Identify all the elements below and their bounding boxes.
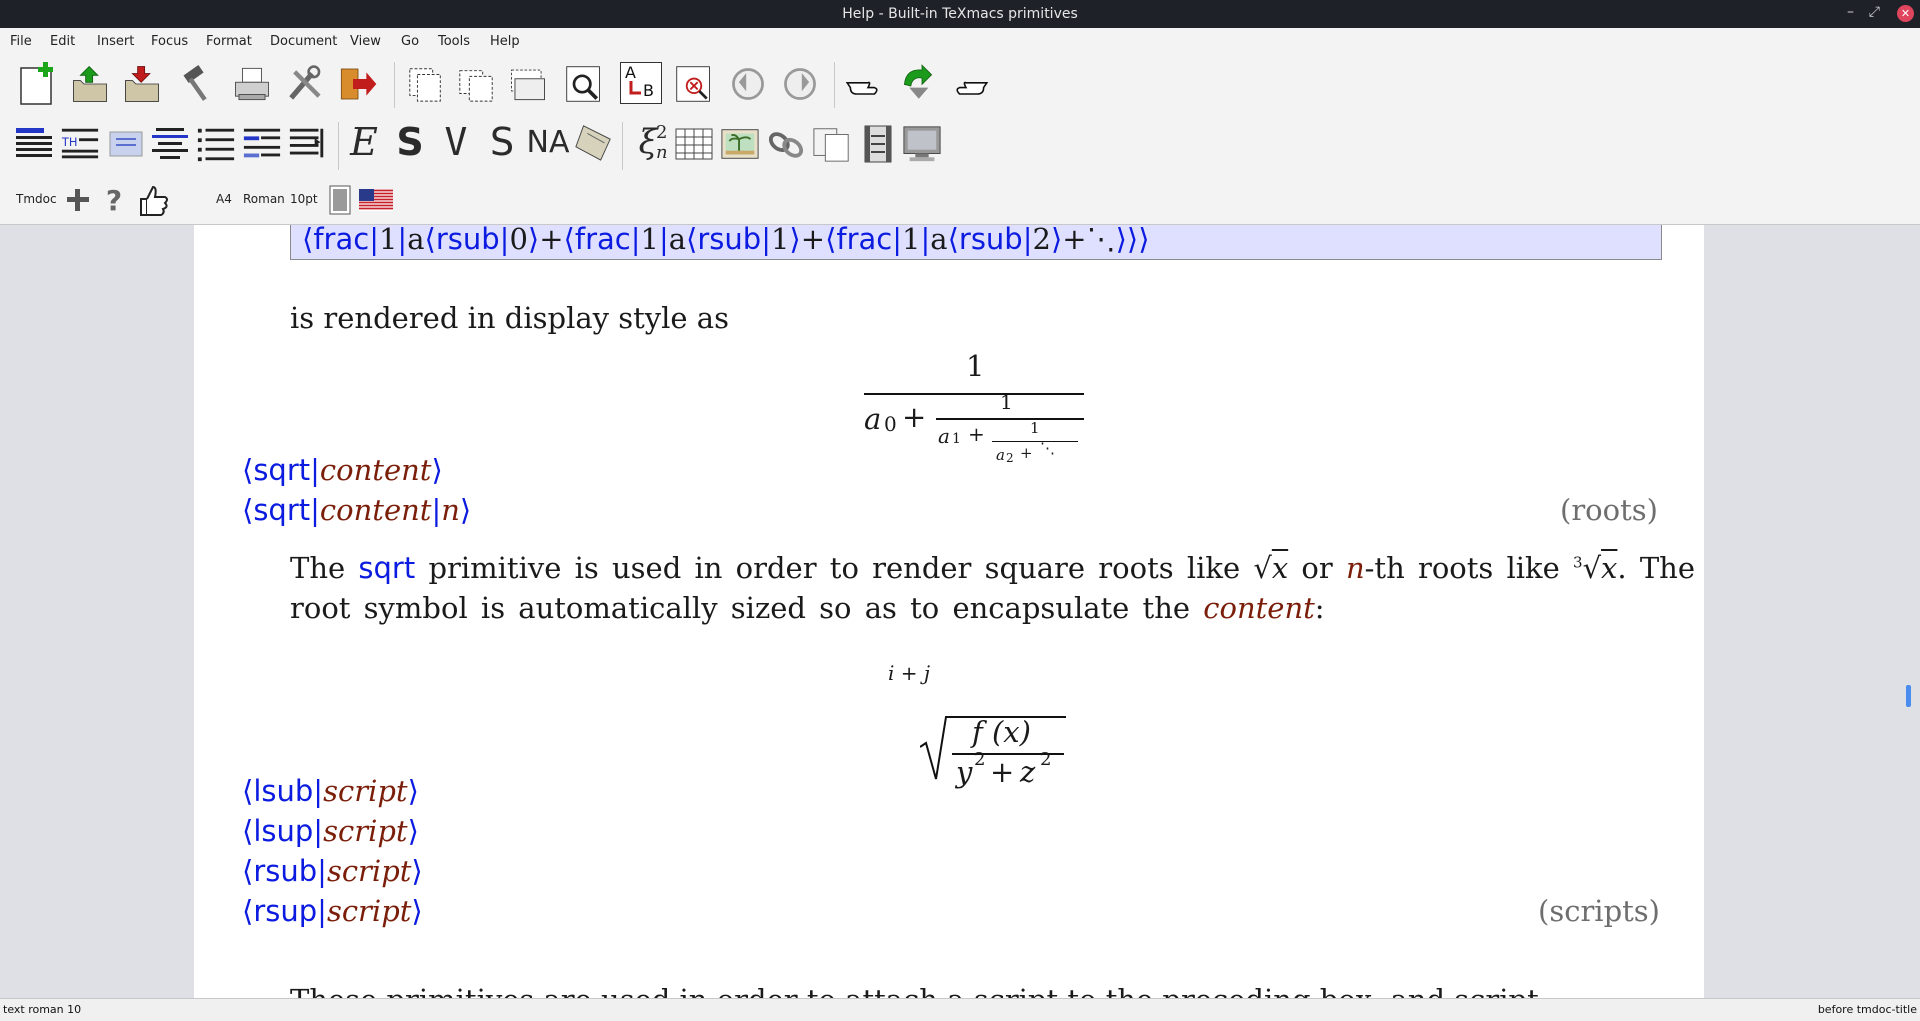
font-size-menu[interactable]: 10pt (290, 192, 318, 206)
print-icon[interactable] (232, 64, 272, 104)
frac-source-line: ⟨frac|1|a⟨rsub|0⟩+⟨frac|1|a⟨rsub|1⟩+⟨fra… (302, 225, 1150, 256)
scripts-tag: (scripts) (1538, 894, 1660, 928)
menu-format[interactable]: Format (206, 34, 252, 49)
copy-icon[interactable] (406, 64, 446, 104)
environment-icon[interactable] (106, 124, 146, 164)
toolbar-separator (338, 122, 339, 170)
menu-file[interactable]: File (10, 34, 32, 49)
lsub-definition: ⟨lsub|script⟩ (242, 774, 419, 808)
redo-icon[interactable] (780, 64, 820, 104)
minimize-icon[interactable]: – (1847, 4, 1854, 20)
preferences-icon[interactable] (286, 64, 326, 104)
status-left: text roman 10 (3, 1003, 82, 1016)
hammer-icon[interactable] (179, 64, 219, 104)
open-icon[interactable] (70, 64, 110, 104)
style-toolbar: Tmdoc ? A4 Roman 10pt (0, 176, 1920, 225)
sqrt-paragraph-line-1: The sqrt primitive is used in order to r… (290, 551, 1696, 585)
maximize-icon[interactable]: ⤢ (1869, 4, 1880, 20)
replace-icon[interactable]: A B (620, 62, 662, 104)
back-hand-icon[interactable] (844, 66, 884, 106)
help-icon[interactable]: ? (94, 180, 134, 220)
menu-go[interactable]: Go (401, 34, 419, 49)
sqrt-paragraph-line-2: root symbol is automatically sized so as… (290, 591, 1325, 625)
menu-tools[interactable]: Tools (438, 34, 470, 49)
sans-serif-icon[interactable]: S (482, 120, 522, 164)
roots-tag: (roots) (1560, 493, 1658, 527)
toolbar-separator (394, 62, 395, 108)
cut-icon[interactable] (456, 64, 496, 104)
undo-icon[interactable] (728, 64, 768, 104)
name-icon[interactable]: NA (527, 122, 570, 162)
document-page[interactable]: ⟨frac|1|a⟨rsub|0⟩+⟨frac|1|a⟨rsub|1⟩+⟨fra… (194, 225, 1704, 998)
menu-bar: File Edit Insert Focus Format Document V… (0, 28, 1920, 54)
sqrt-definition-2: ⟨sqrt|content|n⟩ (242, 493, 472, 527)
math-icon[interactable]: ξ 2 n (628, 122, 668, 163)
font-menu[interactable]: Roman (243, 192, 285, 206)
svg-text:TH: TH (61, 135, 78, 149)
menu-focus[interactable]: Focus (151, 34, 188, 49)
link-icon[interactable] (766, 124, 806, 164)
close-icon[interactable]: ✕ (1897, 5, 1914, 22)
emphasize-icon[interactable]: E (344, 120, 384, 164)
forward-hand-icon[interactable] (950, 66, 990, 106)
menu-help[interactable]: Help (490, 34, 520, 49)
menu-document[interactable]: Document (270, 34, 337, 49)
menu-view[interactable]: View (350, 34, 381, 49)
reload-icon[interactable] (898, 62, 938, 102)
status-bar: text roman 10 before tmdoc-title (0, 998, 1920, 1021)
new-document-icon[interactable] (17, 62, 57, 105)
align-icon[interactable] (150, 124, 190, 164)
spell-check-icon[interactable] (674, 64, 714, 104)
rsub-definition: ⟨rsub|script⟩ (242, 854, 423, 888)
indent-icon[interactable] (288, 124, 328, 164)
cutoff-paragraph-line: These primitives are used in order to at… (290, 983, 1539, 998)
add-package-icon[interactable] (58, 180, 98, 220)
toolbar-separator (622, 122, 623, 170)
main-toolbar: A B (0, 54, 1920, 116)
rendered-intro-text: is rendered in display style as (290, 301, 729, 335)
search-icon[interactable] (564, 64, 604, 104)
exit-icon[interactable] (338, 64, 378, 104)
document-area[interactable]: ⟨frac|1|a⟨rsub|0⟩+⟨frac|1|a⟨rsub|1⟩+⟨fra… (0, 225, 1920, 998)
image-icon[interactable] (720, 124, 760, 164)
verbatim-icon[interactable]: V (436, 120, 476, 164)
title-bar: Help - Built-in TeXmacs primitives – ⤢ ✕ (0, 0, 1920, 28)
note-icon[interactable] (574, 122, 614, 162)
status-right: before tmdoc-title (1817, 1003, 1917, 1016)
table-icon[interactable] (674, 124, 714, 164)
menu-insert[interactable]: Insert (97, 34, 134, 49)
paste-icon[interactable] (508, 64, 548, 104)
theorem-icon[interactable]: TH (60, 124, 100, 164)
thumbs-up-icon[interactable] (134, 180, 174, 220)
document-style-menu[interactable]: Tmdoc (16, 192, 57, 206)
menu-edit[interactable]: Edit (50, 34, 75, 49)
toolbar-separator (834, 62, 835, 108)
us-flag-icon[interactable] (356, 180, 396, 220)
strong-icon[interactable]: S (390, 120, 430, 164)
session-icon[interactable] (902, 124, 942, 164)
lsup-definition: ⟨lsup|script⟩ (242, 814, 419, 848)
paragraph-style-icon[interactable] (14, 124, 54, 164)
list-icon[interactable] (196, 124, 236, 164)
vertical-scrollbar-thumb[interactable] (1906, 685, 1911, 707)
sqrt-definition-1: ⟨sqrt|content⟩ (242, 453, 443, 487)
window-title: Help - Built-in TeXmacs primitives (842, 6, 1078, 22)
description-icon[interactable] (242, 124, 282, 164)
rsup-definition: ⟨rsup|script⟩ (242, 894, 423, 928)
save-icon[interactable] (122, 64, 162, 104)
format-toolbar: TH E S V S NA ξ 2 n (0, 116, 1920, 176)
animation-icon[interactable] (858, 124, 898, 164)
paper-size-menu[interactable]: A4 (216, 192, 232, 206)
multi-part-icon[interactable] (812, 124, 852, 164)
page-layout-icon[interactable] (320, 180, 360, 220)
